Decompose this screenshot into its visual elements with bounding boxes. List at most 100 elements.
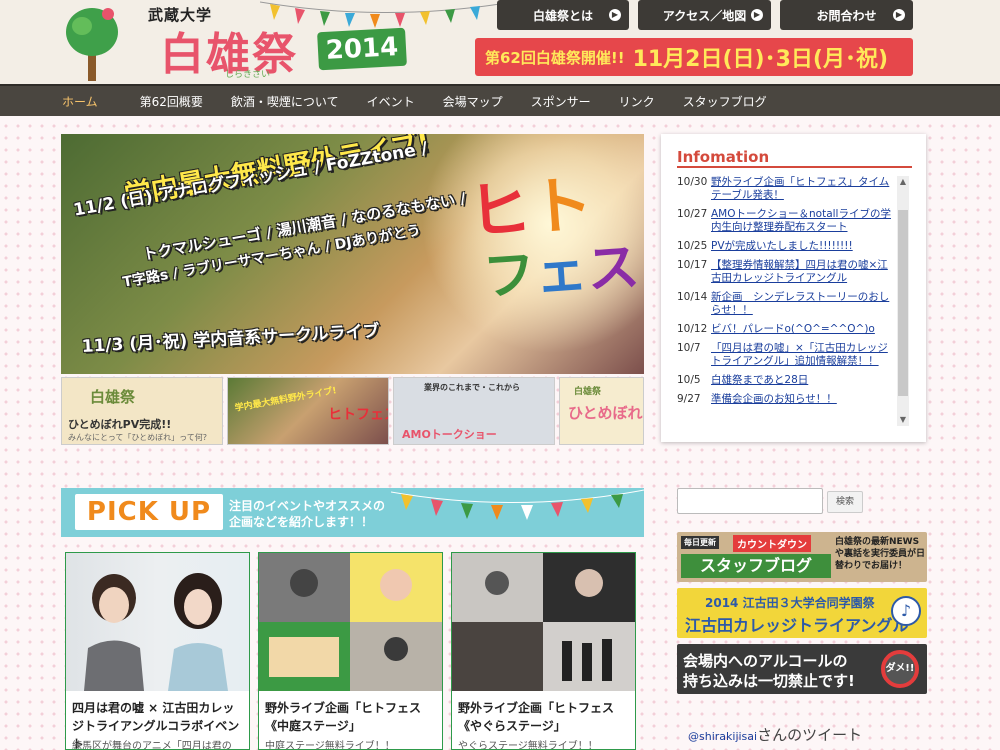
slide-thumb-hitofes[interactable]: 学内最大無料野外ライブ! ヒトフェス <box>227 377 389 445</box>
slide-thumb-pv[interactable]: 白雄祭 ひとめぼれPV完成!! みんなにとって「ひとめぼれ」って何? <box>61 377 223 445</box>
topnav-contact-button[interactable]: お問合わせ ▶ <box>780 0 913 30</box>
info-link[interactable]: 新企画 シンデレラストーリーのおしらせ！！ <box>711 291 895 317</box>
pickup-desc-line: 企画などを紹介します！！ <box>229 515 374 529</box>
prohibited-icon: ダメ!! <box>881 650 919 688</box>
info-scrollbar[interactable]: ▲ ▼ <box>897 176 909 426</box>
card-excerpt: 中庭ステージ無料ライブ！！ <box>265 741 395 750</box>
bunting-flags <box>391 489 644 520</box>
main-nav: ホーム 第62回概要 飲酒・喫煙について イベント 会場マップ スポンサー リン… <box>0 84 1000 116</box>
info-link[interactable]: 準備会企画のお知らせ！！ <box>711 393 837 406</box>
info-item: 10/25 PVが完成いたしました!!!!!!!! <box>677 240 895 253</box>
info-date: 10/30 <box>677 176 708 188</box>
info-item: 10/7 「四月は君の嘘」×「江古田カレッジトライアングル」追加情報解禁！！ <box>677 342 895 368</box>
card-photo <box>66 553 249 691</box>
info-date: 9/27 <box>677 393 701 405</box>
college-triangle-banner[interactable]: 2014 江古田３大学合同学園祭 江古田カレッジトライアングル ♪ <box>677 588 927 638</box>
slide-thumb-talkshow[interactable]: 業界のこれまで・これから AMOトークショー <box>393 377 555 445</box>
thumb-caption: ひとめぼれPV完成!! <box>68 418 172 431</box>
pickup-banner: PICK UP 注目のイベントやオススメの 企画などを紹介します！！ <box>61 488 644 537</box>
staff-blog-banner[interactable]: 毎日更新 カウントダウン スタッフブログ 白雄祭の最新NEWSや裏話を実行委員が… <box>677 532 927 582</box>
topnav-label: アクセス／地図 <box>662 8 747 23</box>
chevron-right-icon: ▶ <box>609 9 621 21</box>
blog-countdown-tag: カウントダウン <box>733 535 811 552</box>
info-item: 10/5 白雄祭まであと28日 <box>677 374 895 387</box>
nav-item-home[interactable]: ホーム <box>62 93 98 110</box>
info-list: 10/30 野外ライブ企画「ヒトフェス」タイムテーブル発表！ 10/27 AMOトー… <box>677 176 895 426</box>
hitofes-logo-char: ェ <box>533 240 590 305</box>
no-alcohol-banner[interactable]: 会場内へのアルコールの 持ち込みは一切禁止です! ダメ!! <box>677 644 927 694</box>
search-input[interactable] <box>677 488 823 514</box>
info-date: 10/17 <box>677 259 708 271</box>
site-header: 武蔵大学 白雄祭 しらきさい 2014 白雄祭とは ▶ アクセス／地図 ▶ お問… <box>0 0 1000 84</box>
card-title[interactable]: 野外ライブ企画「ヒトフェス《やぐらステージ」 <box>458 699 630 735</box>
nav-item-map[interactable]: 会場マップ <box>443 93 503 110</box>
hitofes-logo-char: ス <box>585 237 642 301</box>
info-link[interactable]: ビバ！パレードo(^O^=^^O^)o <box>711 323 875 336</box>
collage-photo-icon <box>259 553 442 691</box>
card-title[interactable]: 野外ライブ企画「ヒトフェス《中庭ステージ」 <box>265 699 437 735</box>
nav-item-overview[interactable]: 第62回概要 <box>140 93 203 110</box>
nav-item-sponsors[interactable]: スポンサー <box>531 93 591 110</box>
info-link[interactable]: PVが完成いたしました!!!!!!!! <box>711 240 853 253</box>
pickup-label: PICK UP <box>75 494 223 530</box>
info-link[interactable]: 野外ライブ企画「ヒトフェス」タイムテーブル発表！ <box>711 176 895 202</box>
hitofes-logo-char: ト <box>528 167 596 245</box>
info-divider <box>677 166 912 168</box>
info-date: 10/5 <box>677 374 701 386</box>
topnav-about-button[interactable]: 白雄祭とは ▶ <box>497 0 629 30</box>
pickup-card-yagura-stage[interactable]: 野外ライブ企画「ヒトフェス《やぐらステージ」 やぐらステージ無料ライブ！！ <box>451 552 636 750</box>
topnav-access-button[interactable]: アクセス／地図 ▶ <box>638 0 771 30</box>
year-badge: 2014 <box>317 27 407 71</box>
info-item: 9/27 準備会企画のお知らせ！！ <box>677 393 895 406</box>
nav-item-staff-blog[interactable]: スタッフブログ <box>683 93 767 110</box>
pickup-description: 注目のイベントやオススメの 企画などを紹介します！！ <box>229 498 385 530</box>
people-photo-icon <box>84 573 228 691</box>
thumb-caption: ひとめぼれ <box>568 404 643 422</box>
thumb-caption: ヒトフェス <box>328 407 388 423</box>
info-link[interactable]: 【整理券情報解禁】四月は君の嘘×江古田カレッジトライアングル <box>711 259 895 285</box>
pickup-desc-line: 注目のイベントやオススメの <box>229 499 386 513</box>
thumb-title: 白雄祭 <box>574 387 602 397</box>
search-button[interactable]: 検索 <box>827 491 863 513</box>
announce-prefix: 第62回白雄祭開催!! <box>485 48 625 67</box>
info-item: 10/27 AMOトークショー＆notallライブの学内生向け整理券配布スタート <box>677 208 895 234</box>
twitter-widget-heading: @shirakijisaiさんのツイート <box>688 724 862 745</box>
pickup-card-collab[interactable]: 四月は君の嘘 × 江古田カレッジトライアングルコラボイベント 練馬区が舞台のアニ… <box>65 552 250 750</box>
hitofes-logo-char: フ <box>481 244 538 308</box>
triangle-banner-line1: 2014 江古田３大学合同学園祭 <box>705 596 875 610</box>
card-photo <box>259 553 442 691</box>
nav-item-events[interactable]: イベント <box>367 93 415 110</box>
info-date: 10/14 <box>677 291 708 303</box>
hitofes-logo-char: ヒ <box>466 171 534 249</box>
event-date-banner: 第62回白雄祭開催!! 11月2日(日)･3日(月･祝) <box>475 38 913 76</box>
alcohol-banner-line1: 会場内へのアルコールの <box>683 652 848 670</box>
nav-item-links[interactable]: リンク <box>619 93 655 110</box>
tweet-heading-suffix: さんのツイート <box>757 726 863 744</box>
thumb-title: 業界のこれまで・これから <box>424 383 520 392</box>
chevron-right-icon: ▶ <box>751 9 763 21</box>
pickup-card-courtyard-stage[interactable]: 野外ライブ企画「ヒトフェス《中庭ステージ」 中庭ステージ無料ライブ！！ <box>258 552 443 750</box>
info-link[interactable]: AMOトークショー＆notallライブの学内生向け整理券配布スタート <box>711 208 895 234</box>
music-note-icon: ♪ <box>891 596 921 626</box>
thumb-title: 白雄祭 <box>90 388 136 406</box>
card-photo <box>452 553 635 691</box>
festival-logo-ruby: しらきさい <box>225 70 271 80</box>
nav-item-drinking-smoking[interactable]: 飲酒・喫煙について <box>231 93 339 110</box>
slide-thumb-hitomebore[interactable]: 白雄祭 ひとめぼれ <box>559 377 644 445</box>
info-date: 10/12 <box>677 323 708 335</box>
scrollbar-thumb[interactable] <box>898 210 908 396</box>
tree-logo-icon <box>66 8 118 81</box>
info-item: 10/17 【整理券情報解禁】四月は君の嘘×江古田カレッジトライアングル <box>677 259 895 285</box>
chevron-right-icon: ▶ <box>893 9 905 21</box>
alcohol-banner-line2: 持ち込みは一切禁止です! <box>683 672 855 690</box>
scroll-up-icon[interactable]: ▲ <box>897 176 909 188</box>
twitter-handle-link[interactable]: @shirakijisai <box>688 730 757 743</box>
info-link[interactable]: 「四月は君の嘘」×「江古田カレッジトライアングル」追加情報解禁！！ <box>711 342 895 368</box>
card-excerpt: やぐらステージ無料ライブ！！ <box>458 741 598 750</box>
thumb-subcaption: みんなにとって「ひとめぼれ」って何? <box>68 433 207 442</box>
info-link[interactable]: 白雄祭まであと28日 <box>711 374 808 387</box>
hitofes-logo: ヒト フェス <box>466 167 642 311</box>
hero-slide[interactable]: 学内最大無料野外ライブ! 11/2 (日) アナログフィッシュ / FoZZto… <box>61 134 644 374</box>
scroll-down-icon[interactable]: ▼ <box>897 414 909 426</box>
topnav-label: お問合わせ <box>816 8 877 23</box>
